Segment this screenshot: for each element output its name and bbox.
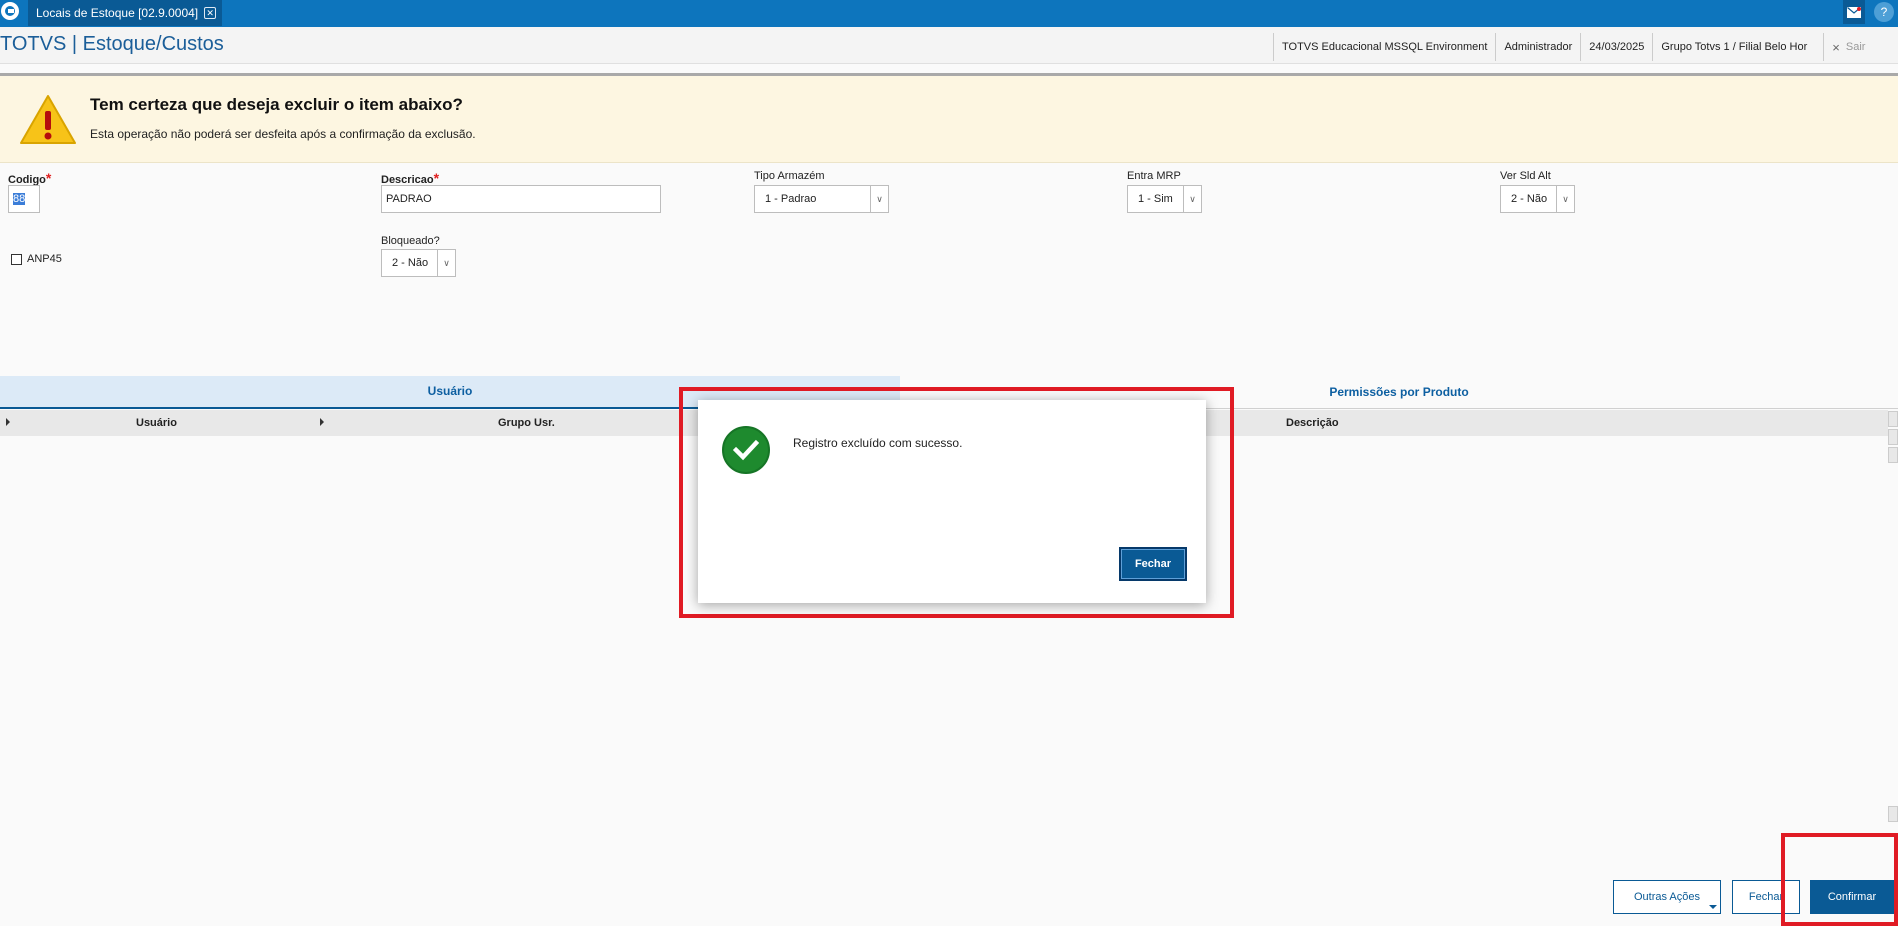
codigo-label: Codigo* [8, 170, 52, 186]
date-label: 24/03/2025 [1580, 33, 1652, 61]
entra-mrp-value: 1 - Sim [1138, 193, 1173, 205]
column-usuario[interactable]: Usuário [136, 417, 177, 429]
warning-icon [20, 95, 76, 144]
ver-sld-alt-select[interactable]: 2 - Não ∨ [1500, 185, 1575, 213]
bloqueado-value: 2 - Não [392, 257, 429, 269]
tipo-armazem-value: 1 - Padrao [765, 193, 817, 205]
close-icon: × [1832, 39, 1840, 55]
exit-label: Sair [1845, 41, 1866, 53]
header-info: TOTVS Educacional MSSQL Environment Admi… [1273, 33, 1873, 61]
codigo-value: 88 [13, 193, 26, 205]
entra-mrp-select[interactable]: 1 - Sim ∨ [1127, 185, 1202, 213]
outras-acoes-button[interactable]: Outras Ações [1613, 880, 1721, 914]
codigo-field[interactable]: 88 [8, 185, 40, 213]
anp45-checkbox[interactable] [11, 254, 22, 265]
tipo-armazem-label: Tipo Armazém [754, 170, 825, 182]
exit-button[interactable]: × Sair [1823, 33, 1873, 61]
column-grupo-usr[interactable]: Grupo Usr. [498, 417, 555, 429]
descricao-label: Descricao* [381, 170, 440, 186]
ver-sld-alt-label: Ver Sld Alt [1500, 170, 1551, 182]
expand-icon[interactable] [320, 418, 324, 426]
bloqueado-label: Bloqueado? [381, 235, 440, 247]
chevron-down-icon[interactable]: ∨ [1183, 186, 1201, 212]
top-bar: Locais de Estoque [02.9.0004] ✕ ? [0, 0, 1898, 27]
help-icon[interactable]: ? [1874, 2, 1894, 22]
scroll-up-icon[interactable] [1888, 411, 1898, 427]
app-header: TOTVS | Estoque/Custos TOTVS Educacional… [0, 27, 1898, 64]
caret-down-icon [1709, 905, 1717, 909]
chevron-down-icon[interactable]: ∨ [870, 186, 888, 212]
bloqueado-select[interactable]: 2 - Não ∨ [381, 249, 456, 277]
window-tab-title: Locais de Estoque [02.9.0004] [36, 6, 199, 20]
branch-label: Grupo Totvs 1 / Filial Belo Hor [1652, 33, 1815, 61]
ver-sld-alt-value: 2 - Não [1511, 193, 1548, 205]
scroll-control-icon[interactable] [1888, 447, 1898, 463]
window-tab[interactable]: Locais de Estoque [02.9.0004] ✕ [28, 0, 223, 26]
warning-title: Tem certeza que deseja excluir o item ab… [90, 95, 463, 114]
warning-banner [0, 76, 1898, 163]
descricao-field[interactable]: PADRAO [381, 185, 661, 213]
scroll-control-icon[interactable] [1888, 429, 1898, 445]
dialog-message: Registro excluído com sucesso. [793, 436, 963, 450]
chevron-down-icon[interactable]: ∨ [1556, 186, 1574, 212]
app-title: TOTVS | Estoque/Custos [0, 33, 224, 55]
scroll-down-icon[interactable] [1888, 806, 1898, 822]
success-dialog: Registro excluído com sucesso. Fechar [698, 400, 1206, 603]
entra-mrp-label: Entra MRP [1127, 170, 1181, 182]
warning-subtitle: Esta operação não poderá ser desfeita ap… [90, 127, 476, 141]
tipo-armazem-select[interactable]: 1 - Padrao ∨ [754, 185, 889, 213]
chevron-down-icon[interactable]: ∨ [437, 250, 455, 276]
outras-acoes-label: Outras Ações [1633, 891, 1701, 903]
close-tab-icon[interactable]: ✕ [204, 7, 217, 19]
success-check-icon [722, 426, 770, 474]
expand-icon[interactable] [6, 418, 10, 426]
anp45-label: ANP45 [27, 253, 62, 265]
mail-icon[interactable] [1843, 0, 1865, 24]
dialog-close-button[interactable]: Fechar [1119, 547, 1187, 581]
column-descricao[interactable]: Descrição [1286, 417, 1339, 429]
environment-label: TOTVS Educacional MSSQL Environment [1273, 33, 1495, 61]
totvs-logo-icon[interactable] [0, 0, 22, 22]
user-label: Administrador [1495, 33, 1580, 61]
highlight-box-confirmar [1781, 833, 1898, 926]
